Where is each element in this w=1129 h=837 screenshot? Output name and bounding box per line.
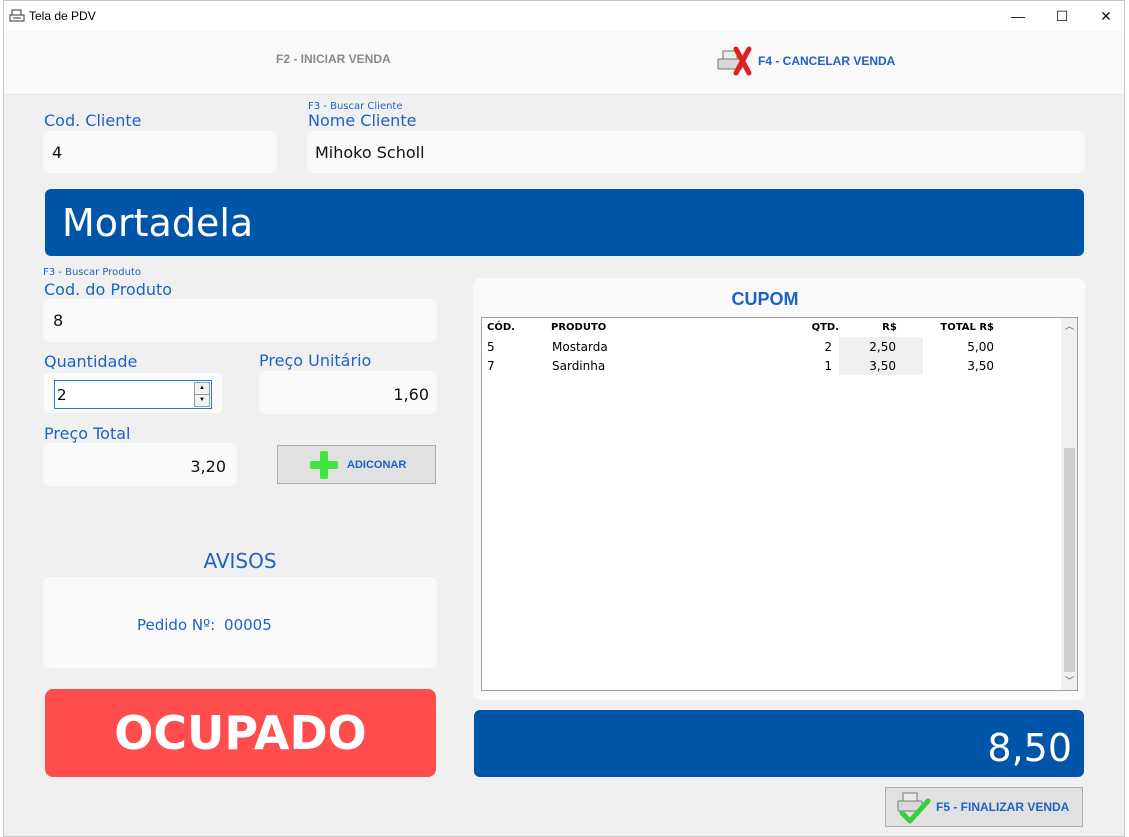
unit-price-label: Preço Unitário xyxy=(259,351,372,370)
cell-price: 3,50 xyxy=(839,356,923,375)
start-sale-button[interactable]: F2 - INICIAR VENDA xyxy=(276,52,391,66)
cell-product: Sardinha xyxy=(552,358,606,373)
toolbar: F2 - INICIAR VENDA F4 - CANCELAR VENDA xyxy=(4,31,1124,95)
add-item-label: ADICONAR xyxy=(347,458,407,471)
cash-register-icon xyxy=(8,7,26,28)
grand-total-display: 8,50 xyxy=(474,710,1084,777)
maximize-button[interactable]: ☐ xyxy=(1040,1,1084,31)
plus-icon xyxy=(307,448,341,482)
quantity-stepper[interactable]: 2 ▲ ▼ xyxy=(54,380,212,409)
client-name-label: Nome Cliente xyxy=(308,111,417,130)
scroll-down-icon[interactable]: ﹀ xyxy=(1061,673,1077,690)
col-product-header: PRODUTO xyxy=(551,322,607,333)
table-row[interactable]: 5 Mostarda 2 2,50 5,00 xyxy=(482,337,1058,356)
unit-price-field[interactable]: 1,60 xyxy=(259,371,437,414)
notices-title: AVISOS xyxy=(203,549,277,573)
cancel-sale-label: F4 - CANCELAR VENDA xyxy=(758,54,896,68)
coupon-scrollbar[interactable]: ︿ ﹀ xyxy=(1061,318,1077,690)
status-text: OCUPADO xyxy=(114,706,367,760)
scroll-thumb[interactable] xyxy=(1064,448,1075,672)
stepper-down-icon[interactable]: ▼ xyxy=(194,395,210,407)
minimize-button[interactable]: — xyxy=(996,1,1040,31)
close-icon: ✕ xyxy=(1100,7,1112,24)
cell-product: Mostarda xyxy=(552,339,608,354)
scroll-up-icon[interactable]: ︿ xyxy=(1061,318,1077,335)
quantity-label: Quantidade xyxy=(44,352,138,371)
coupon-table: CÓD. PRODUTO QTD. R$ TOTAL R$ 5 Mostarda… xyxy=(482,318,1058,375)
order-number-line: Pedido Nº: 00005 xyxy=(137,616,272,634)
cancel-sale-button[interactable]: F4 - CANCELAR VENDA xyxy=(716,43,895,79)
window-title: Tela de PDV xyxy=(29,9,96,23)
col-price-header: R$ xyxy=(882,322,897,333)
stepper-up-icon[interactable]: ▲ xyxy=(194,382,210,395)
total-price-field[interactable]: 3,20 xyxy=(43,443,237,486)
finalize-sale-button[interactable]: F5 - FINALIZAR VENDA xyxy=(885,787,1083,827)
product-code-label: Cod. do Produto xyxy=(44,280,173,299)
client-name-field[interactable]: Mihoko Scholl xyxy=(307,131,1085,173)
finalize-sale-label: F5 - FINALIZAR VENDA xyxy=(936,800,1070,814)
cell-total: 3,50 xyxy=(967,358,994,373)
coupon-title: CUPOM xyxy=(731,289,799,309)
minimize-icon: — xyxy=(1011,8,1025,24)
client-code-field[interactable]: 4 xyxy=(43,131,277,173)
maximize-icon: ☐ xyxy=(1055,7,1069,24)
product-code-field[interactable]: 8 xyxy=(43,299,437,342)
cell-qty: 2 xyxy=(824,339,832,354)
cancel-register-icon xyxy=(716,45,754,77)
coupon-grid: CÓD. PRODUTO QTD. R$ TOTAL R$ 5 Mostarda… xyxy=(481,317,1078,691)
add-item-button[interactable]: ADICONAR xyxy=(277,445,436,484)
pdv-window: Tela de PDV — ☐ ✕ F2 - INICIAR VENDA F4 … xyxy=(3,0,1125,837)
client-code-label: Cod. Cliente xyxy=(44,111,142,130)
product-name-banner: Mortadela xyxy=(45,189,1084,256)
finalize-register-icon xyxy=(894,789,934,825)
order-number-value: 00005 xyxy=(224,616,272,634)
quantity-value: 2 xyxy=(57,385,67,404)
cell-total: 5,00 xyxy=(967,339,994,354)
coupon-header-row: CÓD. PRODUTO QTD. R$ TOTAL R$ xyxy=(482,318,1058,337)
order-number-label: Pedido Nº: xyxy=(137,616,216,634)
col-code-header: CÓD. xyxy=(487,322,515,333)
status-panel: OCUPADO xyxy=(45,689,436,777)
title-bar: Tela de PDV — ☐ ✕ xyxy=(4,1,1124,31)
col-total-header: TOTAL R$ xyxy=(940,322,994,333)
cell-code: 7 xyxy=(487,358,495,373)
cell-price: 2,50 xyxy=(839,337,923,356)
stepper-buttons: ▲ ▼ xyxy=(194,382,210,407)
cell-qty: 1 xyxy=(824,358,832,373)
table-row[interactable]: 7 Sardinha 1 3,50 3,50 xyxy=(482,356,1058,375)
cell-code: 5 xyxy=(487,339,495,354)
col-qty-header: QTD. xyxy=(811,322,839,333)
total-price-label: Preço Total xyxy=(44,424,131,443)
product-search-hint: F3 - Buscar Produto xyxy=(43,267,141,278)
close-button[interactable]: ✕ xyxy=(1084,1,1124,31)
